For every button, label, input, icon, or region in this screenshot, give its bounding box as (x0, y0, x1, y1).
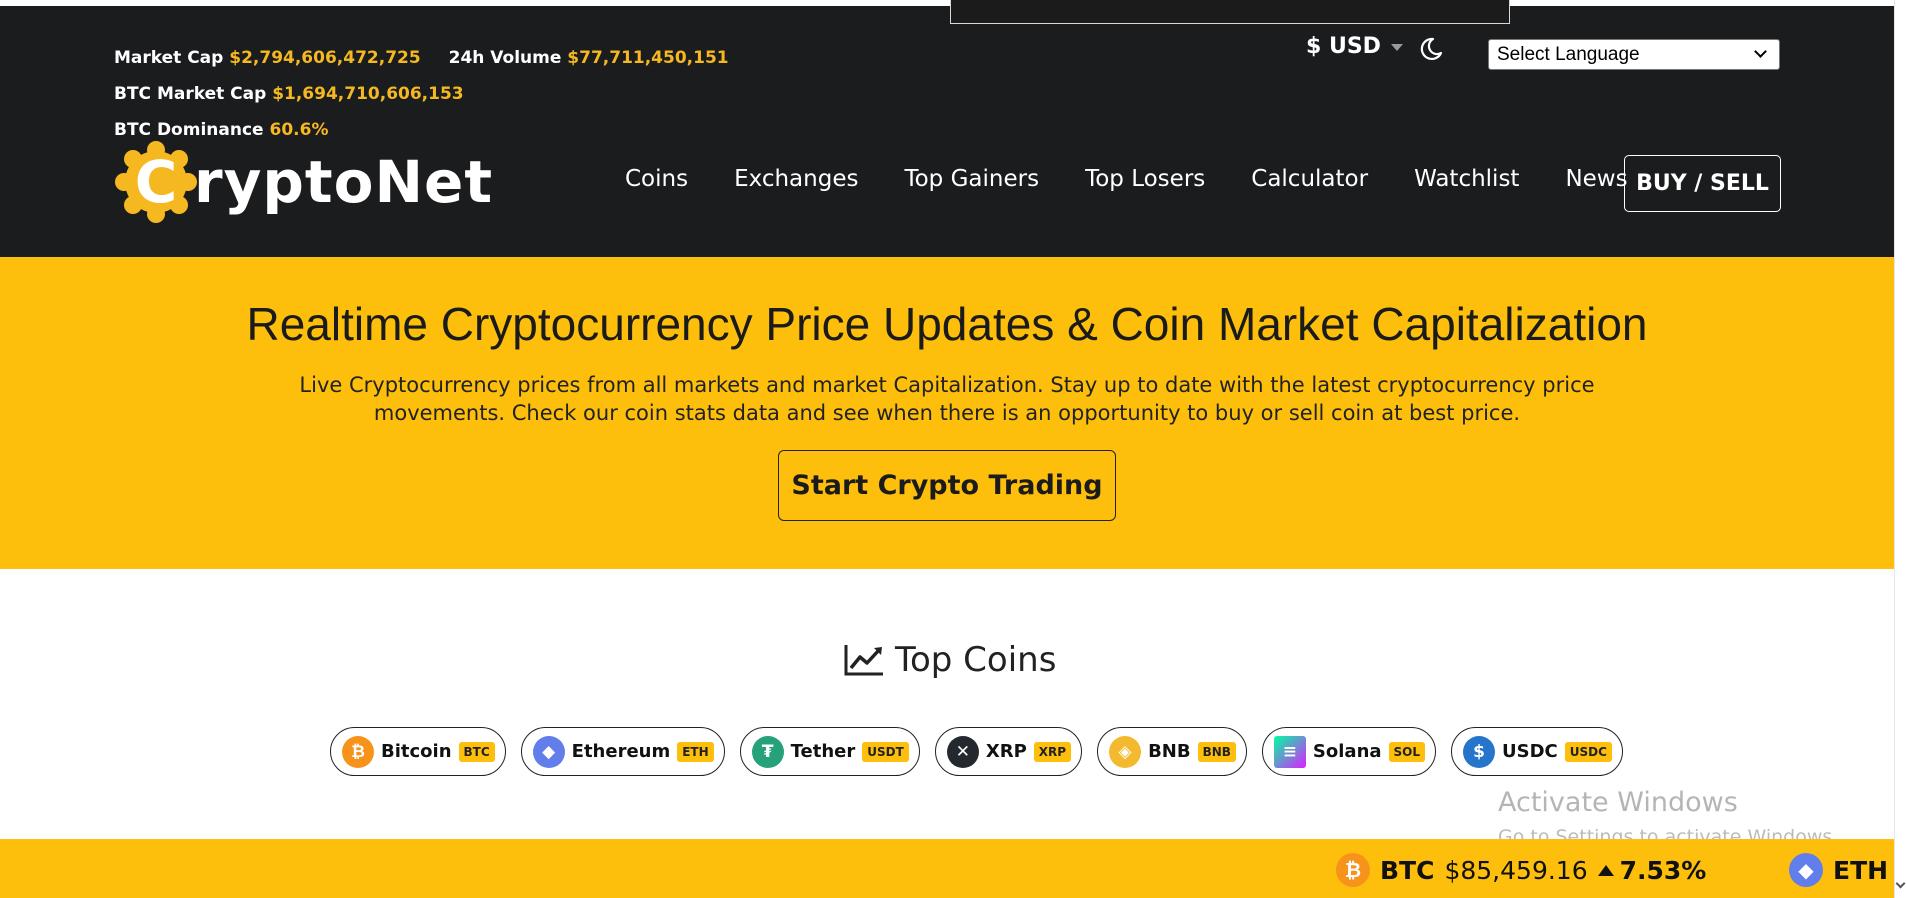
hero-section: Realtime Cryptocurrency Price Updates & … (0, 257, 1894, 569)
coin-chip-ethereum[interactable]: ◆ Ethereum ETH (520, 727, 725, 776)
ticker-symbol: ETH (1833, 855, 1889, 885)
start-trading-button[interactable]: Start Crypto Trading (778, 450, 1116, 521)
chevron-down-icon (1754, 45, 1767, 58)
coin-chip-tether[interactable]: ₮ Tether USDT (739, 727, 920, 776)
stat-24h-volume: 24h Volume $77,711,450,151 (448, 48, 729, 68)
nav-top-gainers[interactable]: Top Gainers (904, 166, 1039, 192)
scroll-down-arrow-icon[interactable] (1895, 878, 1906, 889)
currency-label: $ USD (1306, 34, 1381, 59)
coin-name: USDC (1502, 741, 1558, 762)
moon-icon[interactable] (1418, 36, 1444, 62)
coin-name: XRP (985, 741, 1027, 762)
ticker-item-btc[interactable]: ₿ BTC $85,459.16 7.53% (1336, 853, 1706, 887)
nav-exchanges[interactable]: Exchanges (734, 166, 858, 192)
ethereum-icon: ◆ (1789, 853, 1823, 887)
page: Market Cap $2,794,606,472,725 24h Volume… (0, 0, 1906, 898)
logo-text: ryptoNet (194, 148, 494, 216)
coin-name: BNB (1148, 741, 1191, 762)
ticker-item-eth[interactable]: ◆ ETH (1789, 853, 1888, 887)
nav-coins[interactable]: Coins (625, 166, 688, 192)
bitcoin-icon: ₿ (342, 735, 374, 768)
bnb-icon: ◈ (1109, 735, 1142, 768)
nav-top-losers[interactable]: Top Losers (1085, 166, 1205, 192)
triangle-up-icon (1597, 864, 1614, 876)
coin-chip-xrp[interactable]: ✕ XRP XRP (934, 727, 1083, 776)
top-coins-heading: Top Coins (843, 640, 1056, 680)
coin-chip-usdc[interactable]: $ USDC USDC (1451, 727, 1623, 776)
currency-selector[interactable]: $ USD (1306, 34, 1403, 59)
nav-news[interactable]: News (1565, 166, 1627, 192)
solana-icon: ≡ (1273, 735, 1306, 768)
coin-symbol: BNB (1197, 741, 1236, 762)
chart-line-icon (844, 645, 883, 676)
coin-symbol: USDC (1564, 741, 1612, 762)
coin-symbol: BTC (458, 741, 495, 762)
ticker-price: $85,459.16 (1444, 855, 1588, 885)
coin-symbol: ETH (677, 741, 714, 762)
stat-market-cap: Market Cap $2,794,606,472,725 (114, 48, 421, 68)
coin-chip-bitcoin[interactable]: ₿ Bitcoin BTC (330, 727, 506, 776)
stat-btc-market-cap: BTC Market Cap $1,694,710,606,153 (114, 84, 464, 104)
top-coins-list: ₿ Bitcoin BTC ◆ Ethereum ETH ₮ Tether US… (330, 727, 1623, 776)
dropdown-panel (950, 0, 1510, 24)
usdc-icon: $ (1463, 735, 1496, 768)
site-header: Market Cap $2,794,606,472,725 24h Volume… (0, 6, 1894, 257)
coin-name: Ethereum (571, 741, 671, 762)
coin-symbol: USDT (862, 741, 909, 762)
coin-symbol: XRP (1033, 741, 1072, 762)
scrollbar[interactable] (1894, 0, 1906, 898)
ticker-symbol: BTC (1380, 855, 1435, 885)
coin-name: Bitcoin (381, 741, 452, 762)
logo[interactable]: C ryptoNet (114, 141, 494, 223)
main-nav: Coins Exchanges Top Gainers Top Losers C… (625, 166, 1674, 192)
caret-down-icon (1390, 44, 1403, 51)
hero-title: Realtime Cryptocurrency Price Updates & … (246, 298, 1648, 350)
nav-calculator[interactable]: Calculator (1251, 166, 1368, 192)
coin-chip-bnb[interactable]: ◈ BNB BNB (1097, 727, 1247, 776)
nav-watchlist[interactable]: Watchlist (1414, 166, 1519, 192)
price-ticker: ₿ BTC $85,459.16 7.53% ◆ ETH (0, 839, 1894, 898)
xrp-icon: ✕ (946, 735, 979, 768)
coin-name: Tether (790, 741, 856, 762)
coin-name: Solana (1312, 741, 1382, 762)
tether-icon: ₮ (751, 735, 784, 768)
windows-activation-title: Activate Windows (1498, 787, 1738, 818)
coin-chip-solana[interactable]: ≡ Solana SOL (1261, 727, 1437, 776)
coin-symbol: SOL (1388, 741, 1426, 762)
market-stats: Market Cap $2,794,606,472,725 24h Volume… (114, 40, 1074, 148)
logo-initial: C (135, 148, 178, 216)
language-select-value: Select Language (1497, 43, 1640, 65)
ethereum-icon: ◆ (532, 735, 565, 768)
buy-sell-button[interactable]: BUY / SELL (1624, 155, 1781, 212)
language-select[interactable]: Select Language (1488, 39, 1780, 70)
top-coins-title: Top Coins (895, 640, 1057, 680)
logo-gear-icon: C (115, 141, 197, 223)
hero-description: Live Cryptocurrency prices from all mark… (299, 373, 1595, 425)
bitcoin-icon: ₿ (1336, 853, 1370, 887)
ticker-change: 7.53% (1597, 856, 1706, 885)
